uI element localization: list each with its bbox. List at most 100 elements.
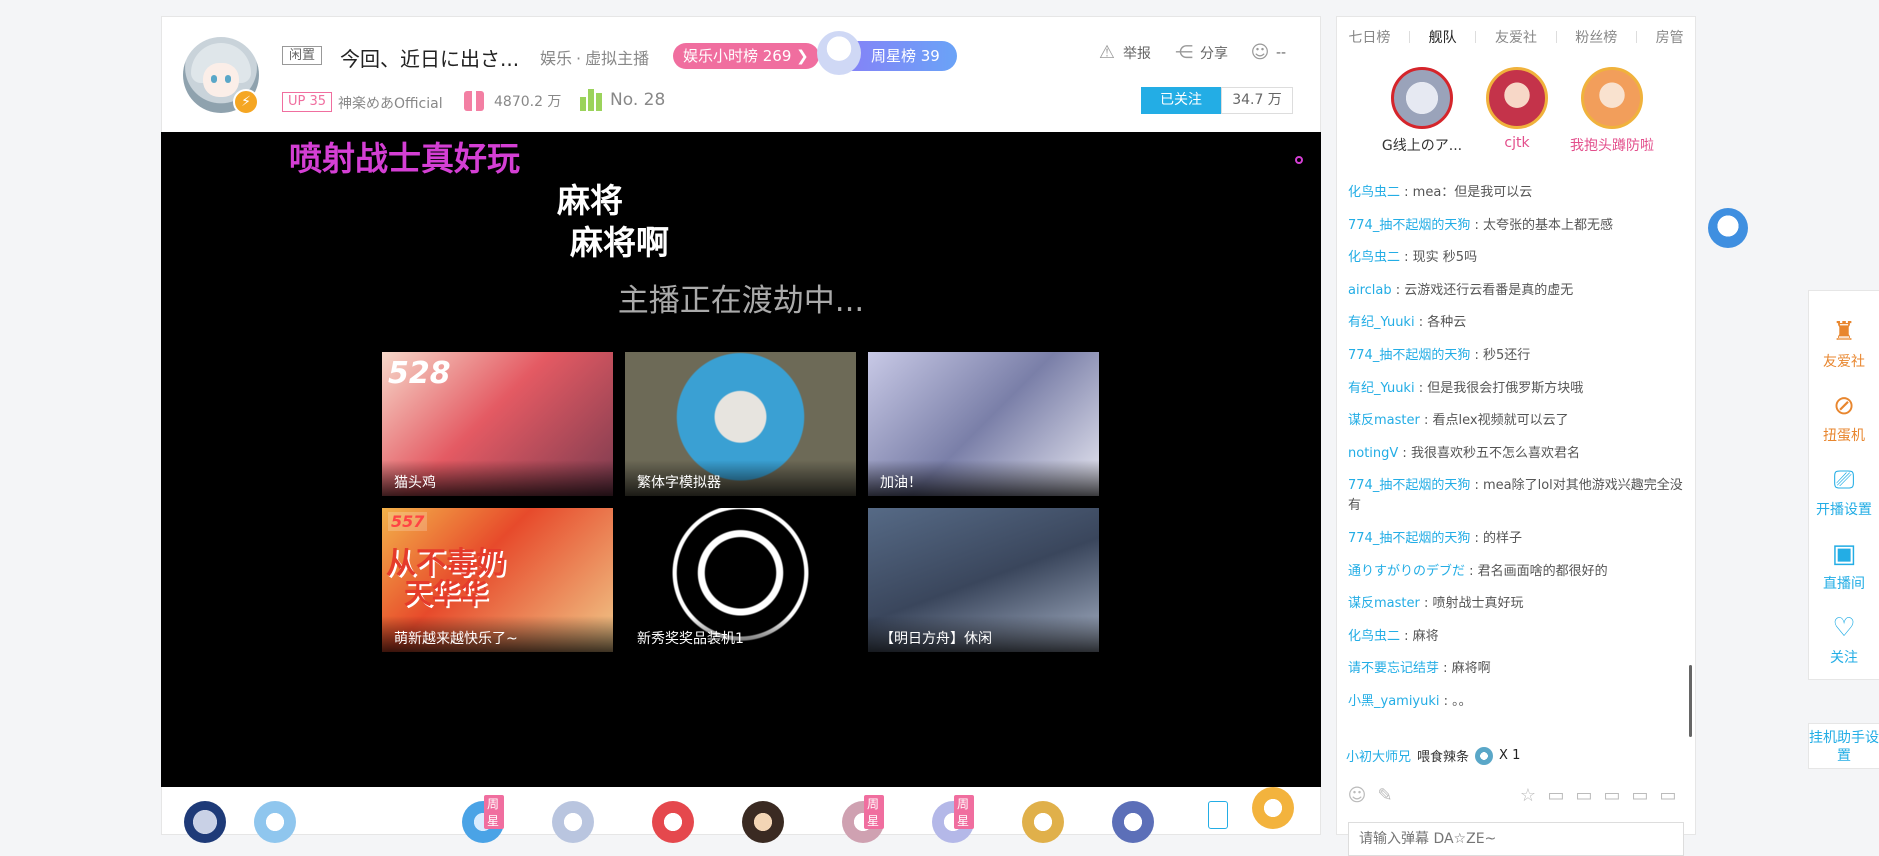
- recommended-room-card[interactable]: 528 猫头鸡: [382, 352, 613, 496]
- palette-icon[interactable]: ✎: [1374, 785, 1396, 807]
- chat-message: 化鸟虫二 : mea：但是我可以云: [1348, 185, 1533, 200]
- tab-friend-club[interactable]: 友爱社: [1491, 27, 1541, 47]
- chat-scrollbar[interactable]: [1689, 665, 1692, 737]
- gift-bar: 周星 周星 周星: [161, 787, 1321, 843]
- chat-username[interactable]: 小黑_yamiyuki: [1348, 694, 1440, 709]
- gift-notification: 小初大师兄 喂食辣条 X 1: [1346, 746, 1520, 765]
- angel-gift-icon[interactable]: 周星: [932, 795, 974, 843]
- chat-text: 麻将: [1412, 628, 1439, 644]
- more-gifts-icon[interactable]: [1208, 801, 1228, 829]
- fleet-member[interactable]: G线上のア...: [1374, 67, 1470, 155]
- fleet-member[interactable]: 我抱头蹲防啦: [1564, 67, 1660, 155]
- chat-message: 谋反master : 看点lex视频就可以云了: [1348, 413, 1569, 429]
- chat-username[interactable]: 谋反master: [1348, 596, 1420, 611]
- popularity-rank-text: No. 28: [610, 90, 666, 110]
- shield-gift-icon[interactable]: [184, 801, 226, 843]
- category-sub-link[interactable]: 虚拟主播: [585, 49, 649, 68]
- rank-tabs: 七日榜 舰队 友爱社 粉丝榜 房管: [1337, 17, 1695, 57]
- chat-username[interactable]: airclab: [1348, 283, 1392, 298]
- chat-username[interactable]: 有纪_Yuuki: [1348, 315, 1415, 330]
- castle-gift-icon[interactable]: [1022, 801, 1064, 843]
- recommended-room-card[interactable]: 557 从不毒奶 天华华 萌新越来越快乐了~: [382, 508, 613, 652]
- fleet-member-name: cjtk: [1504, 135, 1530, 151]
- popularity-rank[interactable]: No. 28: [580, 89, 665, 111]
- ghost-gift-icon[interactable]: 周星: [462, 795, 504, 843]
- panda-gift-icon[interactable]: [1252, 787, 1294, 829]
- tab-fan-ranking[interactable]: 粉丝榜: [1571, 27, 1621, 47]
- screen-tool-icon[interactable]: ▭: [1629, 785, 1651, 807]
- chat-username[interactable]: 请不要忘记结芽: [1348, 661, 1439, 676]
- chat-username[interactable]: 化鸟虫二: [1348, 185, 1400, 200]
- chat-history[interactable]: 化鸟虫二 : mea：但是我可以云 774_抽不起烟的天狗 : 太夸张的基本上都…: [1348, 183, 1686, 763]
- viewers-button[interactable]: ☺ --: [1250, 42, 1287, 63]
- chat-sidebar: 七日榜 舰队 友爱社 粉丝榜 房管 G线上のア... cjtk 我抱头蹲防啦 化…: [1336, 16, 1696, 856]
- category-main-link[interactable]: 娱乐: [540, 49, 572, 68]
- hourly-rank-badge[interactable]: 娱乐小时榜 269 ❯: [673, 43, 819, 69]
- recommended-room-card[interactable]: 新秀奖奖品装机1: [625, 508, 856, 652]
- weekly-star-badge[interactable]: 周星榜 39: [817, 31, 957, 75]
- idle-helper-settings[interactable]: 挂机助手设置: [1808, 723, 1879, 769]
- rail-gacha[interactable]: ⊘ 扭蛋机: [1809, 391, 1879, 445]
- screen-tool-icon[interactable]: ▭: [1573, 785, 1595, 807]
- cat-gift-icon[interactable]: [552, 801, 594, 843]
- chat-text: 。。: [1452, 693, 1472, 709]
- floating-mascot-avatar[interactable]: [1708, 208, 1748, 248]
- gift-value-text: 4870.2 万: [494, 94, 562, 110]
- room-header: ⚡ 闲置 今回、近日に出さ... 娱乐 · 虚拟主播 娱乐小时榜 269 ❯ 周星榜…: [161, 16, 1321, 132]
- recommended-rooms: 528 猫头鸡 繁体字模拟器 加油！ 557 从不毒奶 天华华 萌新越来越快乐了…: [382, 352, 1099, 652]
- report-button[interactable]: ⚠ 举报: [1097, 43, 1151, 63]
- chat-username[interactable]: 谋反master: [1348, 413, 1420, 428]
- recommended-room-card[interactable]: 加油！: [868, 352, 1099, 496]
- chat-text: 云游戏还行云看番是真的虚无: [1404, 282, 1574, 298]
- chat-username[interactable]: 774_抽不起烟的天狗: [1348, 218, 1470, 233]
- bear-gift-icon[interactable]: [1112, 801, 1154, 843]
- users-icon: ☺: [1250, 42, 1270, 63]
- chat-username[interactable]: 化鸟虫二: [1348, 250, 1400, 265]
- character-gift-icon[interactable]: [742, 801, 784, 843]
- chat-username[interactable]: notingV: [1348, 446, 1398, 461]
- fleet-member[interactable]: cjtk: [1469, 67, 1565, 151]
- potion-gift-icon[interactable]: [254, 801, 296, 843]
- share-button[interactable]: ⋲ 分享: [1174, 43, 1228, 63]
- rail-stream-settings[interactable]: ⎚ 开播设置: [1809, 465, 1879, 519]
- heart-icon: ♡: [1832, 613, 1856, 643]
- follow-button[interactable]: 已关注: [1141, 87, 1221, 114]
- chat-username[interactable]: 774_抽不起烟的天狗: [1348, 348, 1470, 363]
- up-name-link[interactable]: 神楽めあOfficial: [338, 93, 443, 113]
- recommended-room-card[interactable]: 【明日方舟】休闲: [868, 508, 1099, 652]
- chat-text: 麻将啊: [1451, 661, 1491, 677]
- tab-fleet[interactable]: 舰队: [1425, 27, 1461, 47]
- rail-follow[interactable]: ♡ 关注: [1809, 613, 1879, 667]
- star-tool-icon[interactable]: ☆: [1517, 785, 1539, 807]
- danmaku-input[interactable]: [1348, 822, 1684, 856]
- gift-sender[interactable]: 小初大师兄: [1346, 746, 1411, 765]
- rail-friend-club[interactable]: ♜ 友爱社: [1809, 317, 1879, 371]
- emoji-icon[interactable]: ☺: [1346, 785, 1368, 807]
- chat-text: 现实 秒5吗: [1412, 250, 1478, 266]
- chat-username[interactable]: 774_抽不起烟的天狗: [1348, 478, 1470, 493]
- chat-username[interactable]: 有纪_Yuuki: [1348, 381, 1415, 396]
- danmaku-comment: 麻将啊: [570, 223, 669, 262]
- chat-username[interactable]: 化鸟虫二: [1348, 629, 1400, 644]
- chat-username[interactable]: 774_抽不起烟的天狗: [1348, 531, 1470, 546]
- recommended-room-card[interactable]: 繁体字模拟器: [625, 352, 856, 496]
- video-player[interactable]: 喷射战士真好玩 麻将 麻将啊 主播正在渡劫中... 528 猫头鸡 繁体字模拟器…: [161, 132, 1321, 787]
- lightning-badge-icon: ⚡: [233, 89, 259, 115]
- screen-tool-icon[interactable]: ▭: [1657, 785, 1679, 807]
- rail-live-room[interactable]: ▣ 直播间: [1809, 539, 1879, 593]
- rail-label: 开播设置: [1816, 502, 1872, 518]
- chat-username[interactable]: 通りすがりのデブだ: [1348, 564, 1465, 579]
- spicy-stick-gift-icon: [1475, 746, 1494, 765]
- room-card-title: 【明日方舟】休闲: [868, 616, 1099, 652]
- gift-box-icon[interactable]: [652, 801, 694, 843]
- chat-message: 谋反master : 喷射战士真好玩: [1348, 596, 1524, 612]
- screen-tool-icon[interactable]: ▭: [1601, 785, 1623, 807]
- screen-tool-icon[interactable]: ▭: [1545, 785, 1567, 807]
- tab-seven-day[interactable]: 七日榜: [1344, 27, 1394, 47]
- up-level-badge: UP 35: [282, 92, 333, 112]
- chat-message: 774_抽不起烟的天狗 : 秒5还行: [1348, 347, 1531, 363]
- idol-gift-icon[interactable]: 周星: [842, 795, 884, 843]
- chat-text: 但是我很会打俄罗斯方块哦: [1427, 380, 1584, 396]
- tab-room-admin[interactable]: 房管: [1652, 27, 1688, 47]
- camera-icon: ⎚: [1833, 465, 1855, 495]
